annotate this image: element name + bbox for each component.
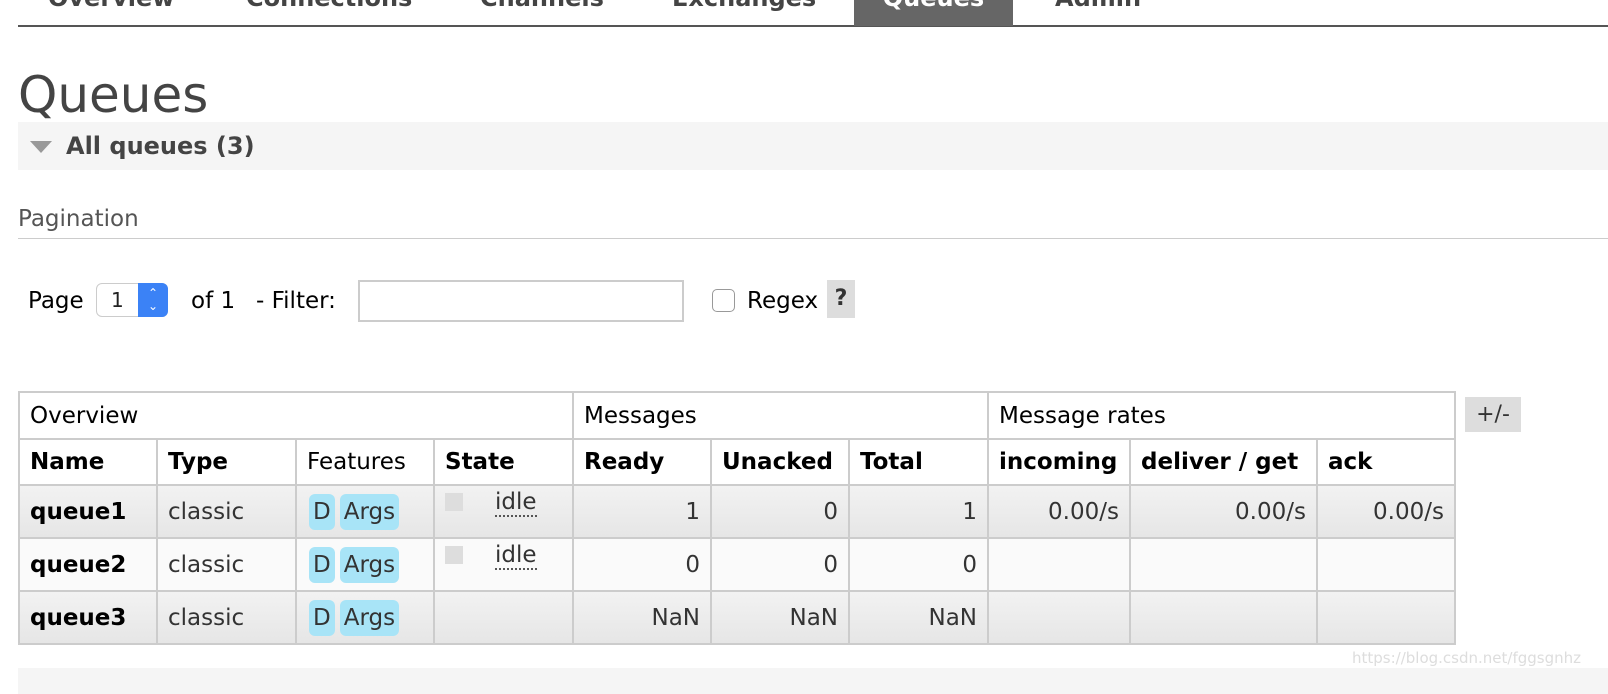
incoming-rate: 0.00/s bbox=[987, 484, 1131, 539]
collapse-triangle-icon[interactable] bbox=[30, 141, 52, 153]
all-queues-section-header[interactable]: All queues (3) bbox=[18, 122, 1608, 170]
col-name[interactable]: Name bbox=[18, 438, 158, 486]
args-badge[interactable]: Args bbox=[339, 493, 400, 530]
page-select[interactable]: 1 ⌃ ⌄ bbox=[96, 283, 168, 317]
tab-overview[interactable]: Overview bbox=[48, 0, 174, 26]
queue-type: classic bbox=[156, 537, 297, 592]
state-indicator-icon bbox=[445, 545, 463, 564]
page-select-value: 1 bbox=[111, 288, 124, 312]
col-ack[interactable]: ack bbox=[1316, 438, 1456, 486]
state-label[interactable]: idle bbox=[495, 488, 537, 517]
group-messages: Messages bbox=[572, 391, 989, 440]
page-title: Queues bbox=[18, 66, 209, 124]
table-row: queue2 classic D Args idle 0 0 0 bbox=[18, 537, 1456, 592]
ack-rate bbox=[1316, 537, 1456, 592]
args-badge[interactable]: Args bbox=[339, 599, 400, 636]
deliver-get-rate bbox=[1129, 590, 1318, 645]
unacked-value: 0 bbox=[710, 537, 850, 592]
queue-features: D Args bbox=[295, 590, 435, 645]
state-indicator-icon bbox=[445, 492, 463, 511]
col-features: Features bbox=[295, 438, 435, 486]
total-value: NaN bbox=[848, 590, 989, 645]
tab-admin[interactable]: Admin bbox=[1055, 0, 1141, 26]
page-of-label: of 1 bbox=[191, 288, 236, 314]
tab-exchanges[interactable]: Exchanges bbox=[672, 0, 816, 26]
group-overview: Overview bbox=[18, 391, 574, 440]
col-unacked[interactable]: Unacked bbox=[710, 438, 850, 486]
col-incoming[interactable]: incoming bbox=[987, 438, 1131, 486]
durable-badge[interactable]: D bbox=[309, 493, 335, 530]
col-type[interactable]: Type bbox=[156, 438, 297, 486]
tab-queues[interactable]: Queues bbox=[854, 0, 1013, 26]
queue-type: classic bbox=[156, 590, 297, 645]
unacked-value: 0 bbox=[710, 484, 850, 539]
next-section-header[interactable] bbox=[18, 668, 1608, 694]
unacked-value: NaN bbox=[710, 590, 850, 645]
queue-state: idle bbox=[433, 537, 574, 592]
ack-rate bbox=[1316, 590, 1456, 645]
page-label: Page bbox=[28, 288, 84, 314]
durable-badge[interactable]: D bbox=[309, 546, 335, 583]
queue-type: classic bbox=[156, 484, 297, 539]
queue-state: idle bbox=[433, 484, 574, 539]
queue-name-link[interactable]: queue3 bbox=[18, 590, 158, 645]
deliver-get-rate bbox=[1129, 537, 1318, 592]
table-row: queue1 classic D Args idle 1 0 1 0.00/s 0… bbox=[18, 484, 1456, 539]
args-badge[interactable]: Args bbox=[339, 546, 400, 583]
queue-name-link[interactable]: queue2 bbox=[18, 537, 158, 592]
pagination-label[interactable]: Pagination bbox=[18, 206, 139, 232]
durable-badge[interactable]: D bbox=[309, 599, 335, 636]
state-label[interactable]: idle bbox=[495, 541, 537, 570]
table-row: queue3 classic D Args NaN NaN NaN bbox=[18, 590, 1456, 645]
tab-connections[interactable]: Connections bbox=[246, 0, 412, 26]
group-message-rates: Message rates bbox=[987, 391, 1456, 440]
watermark: https://blog.csdn.net/fggsgnhz bbox=[1352, 649, 1581, 667]
chevron-updown-icon[interactable]: ⌃ ⌄ bbox=[138, 283, 168, 317]
ack-rate: 0.00/s bbox=[1316, 484, 1456, 539]
col-state[interactable]: State bbox=[433, 438, 574, 486]
col-total[interactable]: Total bbox=[848, 438, 989, 486]
regex-checkbox[interactable] bbox=[712, 289, 735, 312]
incoming-rate bbox=[987, 537, 1131, 592]
incoming-rate bbox=[987, 590, 1131, 645]
ready-value: 1 bbox=[572, 484, 712, 539]
queue-name-link[interactable]: queue1 bbox=[18, 484, 158, 539]
queue-features: D Args bbox=[295, 484, 435, 539]
queues-table: Overview Messages Message rates Name Typ… bbox=[18, 391, 1456, 645]
total-value: 1 bbox=[848, 484, 989, 539]
deliver-get-rate: 0.00/s bbox=[1129, 484, 1318, 539]
section-title[interactable]: All queues (3) bbox=[66, 132, 255, 160]
col-deliver-get[interactable]: deliver / get bbox=[1129, 438, 1318, 486]
ready-value: NaN bbox=[572, 590, 712, 645]
regex-label: Regex bbox=[747, 288, 819, 314]
tab-channels[interactable]: Channels bbox=[480, 0, 604, 26]
filter-input[interactable] bbox=[358, 280, 684, 322]
queue-state bbox=[433, 590, 574, 645]
pagination-divider bbox=[18, 238, 1608, 239]
column-toggle-button[interactable]: +/- bbox=[1465, 397, 1521, 432]
ready-value: 0 bbox=[572, 537, 712, 592]
regex-help-button[interactable]: ? bbox=[827, 280, 855, 318]
filter-label: - Filter: bbox=[256, 288, 336, 314]
top-nav: Overview Connections Channels Exchanges … bbox=[18, 0, 1608, 27]
queue-features: D Args bbox=[295, 537, 435, 592]
col-ready[interactable]: Ready bbox=[572, 438, 712, 486]
total-value: 0 bbox=[848, 537, 989, 592]
